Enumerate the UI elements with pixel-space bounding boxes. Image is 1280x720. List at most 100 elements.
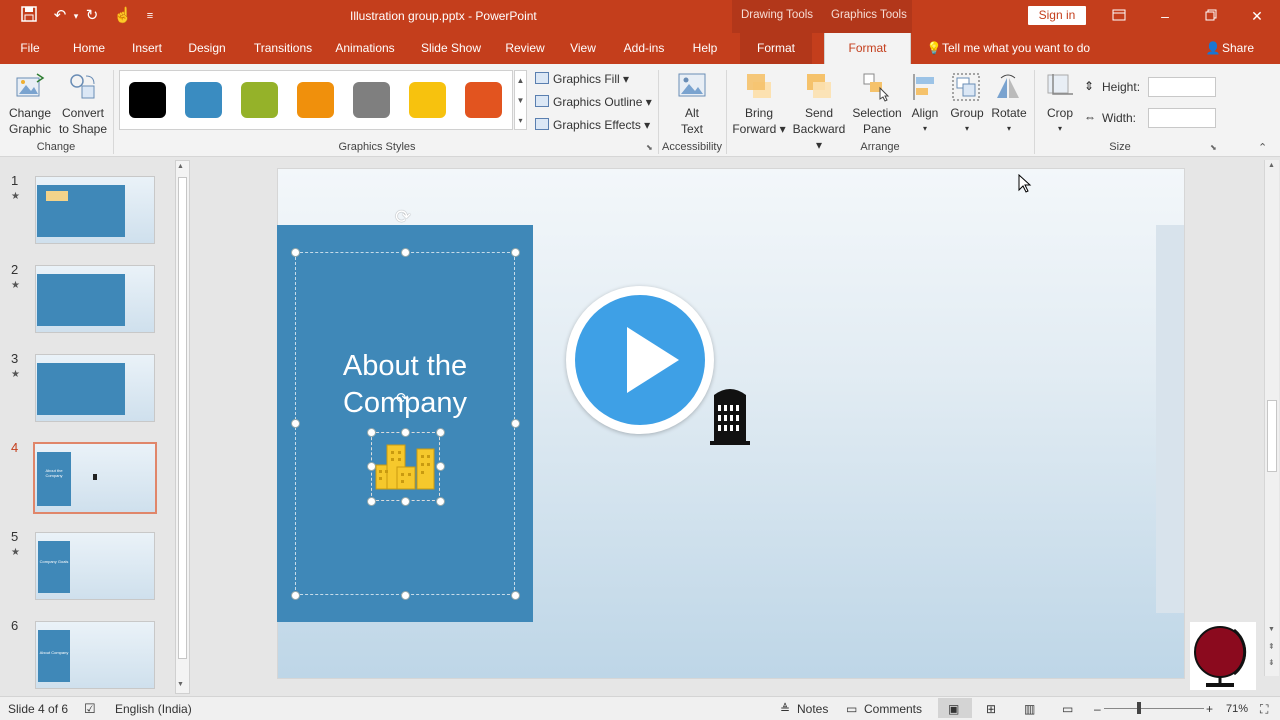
rotate-handle-icon[interactable]: ⟳ — [395, 206, 411, 229]
scroll-down-icon[interactable]: ▼ — [1268, 626, 1275, 633]
scroll-thumb[interactable] — [178, 177, 187, 659]
selection-pane-label-1[interactable]: Selection — [848, 105, 906, 121]
slide-thumbnail-6[interactable]: About Company — [35, 621, 155, 689]
slide-scrollbar[interactable]: ▲ ▼ ⇞ ⇟ — [1264, 160, 1279, 676]
comments-button[interactable]: Comments — [864, 702, 922, 716]
tell-me-search[interactable]: Tell me what you want to do — [942, 33, 1102, 64]
resize-handle[interactable] — [367, 428, 376, 437]
resize-handle[interactable] — [436, 462, 445, 471]
restore-icon[interactable] — [1196, 5, 1226, 27]
zoom-out-icon[interactable]: – — [1094, 702, 1101, 716]
reading-view-icon[interactable]: ▥ — [1024, 702, 1035, 716]
selection-pane-label-2[interactable]: Pane — [848, 121, 906, 137]
tab-insert[interactable]: Insert — [126, 33, 168, 64]
crop-button[interactable]: Crop — [1040, 105, 1080, 121]
thumbnails-scrollbar[interactable]: ▲ ▼ — [175, 160, 190, 694]
tab-slide-show[interactable]: Slide Show — [414, 33, 488, 64]
notes-button[interactable]: Notes — [797, 702, 828, 716]
tab-animations[interactable]: Animations — [328, 33, 402, 64]
bring-forward-label-2[interactable]: Forward ▾ — [730, 121, 788, 137]
scroll-up-icon[interactable]: ▲ — [177, 163, 184, 170]
slide-thumbnail-5[interactable]: Company Goals — [35, 532, 155, 600]
graphics-outline-button[interactable]: Graphics Outline ▾ — [535, 94, 652, 110]
resize-handle[interactable] — [436, 428, 445, 437]
height-input[interactable] — [1148, 77, 1216, 97]
tab-review[interactable]: Review — [500, 33, 550, 64]
change-graphic-label-2[interactable]: Graphic — [4, 121, 56, 137]
resize-handle[interactable] — [511, 419, 520, 428]
slide-thumbnail-1[interactable] — [35, 176, 155, 244]
tab-design[interactable]: Design — [182, 33, 232, 64]
slide-thumbnail-3[interactable] — [35, 354, 155, 422]
group-selection-box[interactable] — [295, 252, 515, 595]
graphics-fill-button[interactable]: Graphics Fill ▾ — [535, 71, 629, 87]
spelling-check-icon[interactable]: ☑ — [84, 702, 96, 716]
slide-heading[interactable]: About the Company — [300, 348, 510, 422]
resize-handle[interactable] — [291, 419, 300, 428]
language-indicator[interactable]: English (India) — [115, 702, 192, 716]
resize-handle[interactable] — [511, 591, 520, 600]
resize-handle[interactable] — [401, 428, 410, 437]
slide-thumbnail-4-selected[interactable]: About the Company — [33, 442, 157, 514]
fit-slide-icon[interactable]: ⛶ — [1260, 702, 1268, 716]
slide-sorter-icon[interactable]: ⊞ — [986, 702, 996, 716]
style-swatch-red[interactable] — [465, 82, 502, 118]
bring-forward-label-1[interactable]: Bring — [730, 105, 788, 121]
previous-slide-icon[interactable]: ⇞ — [1268, 642, 1275, 651]
zoom-slider-track[interactable] — [1104, 708, 1204, 709]
scroll-down-icon[interactable]: ▼ — [177, 681, 184, 688]
convert-label-1[interactable]: Convert — [58, 105, 108, 121]
alt-text-label-1[interactable]: Alt — [672, 105, 712, 121]
zoom-level[interactable]: 71% — [1226, 702, 1248, 716]
align-dropdown-icon[interactable]: ▾ — [904, 121, 946, 137]
send-backward-label-1[interactable]: Send — [788, 105, 850, 121]
convert-label-2[interactable]: to Shape — [58, 121, 108, 137]
style-swatch-green[interactable] — [241, 82, 278, 118]
tab-help[interactable]: Help — [685, 33, 725, 64]
align-button[interactable]: Align — [904, 105, 946, 121]
ribbon-display-icon[interactable] — [1104, 5, 1134, 27]
style-swatch-blue[interactable] — [185, 82, 222, 118]
tab-add-ins[interactable]: Add-ins — [616, 33, 672, 64]
graphics-effects-button[interactable]: Graphics Effects ▾ — [535, 117, 650, 133]
buildings-icon[interactable] — [375, 443, 437, 496]
group-dropdown-icon[interactable]: ▾ — [946, 121, 988, 137]
resize-handle[interactable] — [511, 248, 520, 257]
group-button[interactable]: Group — [946, 105, 988, 121]
close-icon[interactable]: ✕ — [1242, 5, 1272, 27]
resize-handle[interactable] — [436, 497, 445, 506]
tab-file[interactable]: File — [12, 33, 48, 64]
building-tower-icon[interactable] — [710, 385, 750, 450]
styles-dialog-launcher-icon[interactable]: ⬊ — [646, 143, 653, 152]
resize-handle[interactable] — [291, 591, 300, 600]
tab-view[interactable]: View — [563, 33, 603, 64]
style-swatch-black[interactable] — [129, 82, 166, 118]
scroll-thumb[interactable] — [1267, 400, 1277, 472]
style-swatch-gray[interactable] — [353, 82, 390, 118]
tab-graphics-format[interactable]: Format — [824, 33, 911, 65]
customize-qat-icon[interactable]: ≡ — [140, 6, 160, 26]
crop-dropdown-icon[interactable]: ▾ — [1040, 121, 1080, 137]
scroll-up-icon[interactable]: ▲ — [1268, 162, 1275, 169]
inner-rotate-handle-icon[interactable]: ⟳ — [396, 389, 409, 407]
resize-handle[interactable] — [367, 497, 376, 506]
sign-in-button[interactable]: Sign in — [1028, 6, 1086, 25]
collapse-ribbon-icon[interactable]: ⌃ — [1258, 141, 1267, 154]
resize-handle[interactable] — [401, 497, 410, 506]
minimize-icon[interactable]: – — [1150, 5, 1180, 27]
next-slide-icon[interactable]: ⇟ — [1268, 658, 1275, 667]
resize-handle[interactable] — [291, 248, 300, 257]
play-video-button[interactable] — [566, 286, 714, 434]
normal-view-icon[interactable]: ▣ — [948, 702, 959, 716]
share-button[interactable]: Share — [1222, 33, 1262, 64]
style-swatch-yellow[interactable] — [409, 82, 446, 118]
width-input[interactable] — [1148, 108, 1216, 128]
tab-transitions[interactable]: Transitions — [245, 33, 321, 64]
resize-handle[interactable] — [401, 591, 410, 600]
touch-mode-icon[interactable]: ☝ — [113, 6, 133, 26]
tab-drawing-format[interactable]: Format — [740, 33, 812, 64]
style-swatch-orange[interactable] — [297, 82, 334, 118]
tab-home[interactable]: Home — [66, 33, 112, 64]
size-dialog-launcher-icon[interactable]: ⬊ — [1210, 143, 1217, 152]
alt-text-label-2[interactable]: Text — [672, 121, 712, 137]
